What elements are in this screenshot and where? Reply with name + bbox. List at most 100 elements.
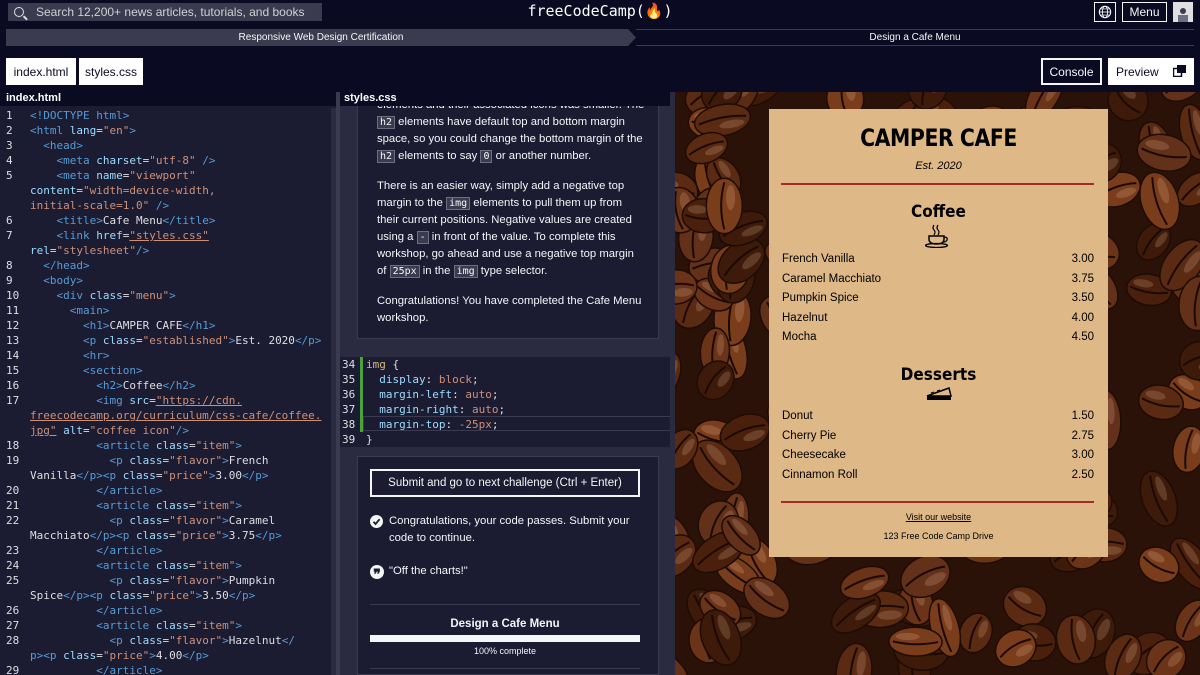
item-name: Cheesecake xyxy=(782,449,846,461)
code-line[interactable]: 4 <meta charset="utf-8" /> xyxy=(0,153,332,168)
menu-item: Pumpkin Spice 3.50 xyxy=(782,292,1094,304)
avatar[interactable] xyxy=(1173,2,1193,22)
menu-divider xyxy=(781,501,1094,503)
css-editor-title: styles.css xyxy=(340,92,674,106)
line-number: 24 xyxy=(6,559,20,572)
breadcrumb-workshop[interactable]: Design a Cafe Menu xyxy=(636,29,1194,46)
line-number: 10 xyxy=(6,289,20,302)
code-text: </head> xyxy=(43,259,90,272)
line-number: 37 xyxy=(342,403,356,416)
css-code-editor[interactable]: 34 img {35 display: block; 36 margin-left:… xyxy=(340,357,674,447)
html-code-editor[interactable]: 1 <!DOCTYPE html> 2 <html lang="en"> 3 <head… xyxy=(0,108,332,675)
code-line[interactable]: 16 <h2>Coffee</h2> xyxy=(0,378,332,393)
code-line[interactable]: 2 <html lang="en"> xyxy=(0,123,332,138)
code-line[interactable]: 37 margin-right: auto; xyxy=(340,402,674,417)
code-line[interactable]: 23 </article> xyxy=(0,543,332,558)
console-button[interactable]: Console xyxy=(1041,58,1102,85)
menu-item: Cinnamon Roll 2.50 xyxy=(782,469,1094,481)
code-line[interactable]: 18 <article class="item"> xyxy=(0,438,332,453)
search-bar[interactable] xyxy=(8,3,322,21)
submit-next-button[interactable]: Submit and go to next challenge (Ctrl + … xyxy=(370,469,640,497)
menu-button[interactable]: Menu xyxy=(1122,2,1167,22)
code-line[interactable]: p><p class="price">4.00</p> xyxy=(0,648,332,663)
code-text: } xyxy=(366,433,373,446)
item-price: 3.50 xyxy=(1071,292,1094,304)
search-input[interactable] xyxy=(36,5,316,19)
code-line[interactable]: 34 img { xyxy=(340,357,674,372)
code-line[interactable]: 27 <article class="item"> xyxy=(0,618,332,633)
code-text: <meta charset="utf-8" /> xyxy=(56,154,216,167)
code-line[interactable]: freecodecamp.org/curriculum/css-cafe/cof… xyxy=(0,408,332,423)
html-editor-pane: index.html 1 <!DOCTYPE html> 2 <html lang="… xyxy=(0,92,336,675)
code-line[interactable]: 26 </article> xyxy=(0,603,332,618)
code-line[interactable]: 28 <p class="flavor">Hazelnut</ xyxy=(0,633,332,648)
language-button[interactable] xyxy=(1094,2,1116,22)
popout-icon xyxy=(1173,65,1186,77)
code-line[interactable]: 8 </head> xyxy=(0,258,332,273)
menu-item: Donut 1.50 xyxy=(782,410,1094,422)
preview-button[interactable]: Preview xyxy=(1108,58,1194,85)
user-avatar-icon xyxy=(1178,8,1188,22)
code-line[interactable]: 3 <head> xyxy=(0,138,332,153)
code-line[interactable]: 25 <p class="flavor">Pumpkin xyxy=(0,573,332,588)
code-text: <main> xyxy=(69,304,110,317)
menu-item: Hazelnut 4.00 xyxy=(782,312,1094,324)
menu-item: Caramel Macchiato 3.75 xyxy=(782,273,1094,285)
code-line[interactable]: 17 <img src="https://cdn. xyxy=(0,393,332,408)
line-number: 35 xyxy=(342,373,356,386)
code-line[interactable]: jpg" alt="coffee icon"/> xyxy=(0,423,332,438)
item-name: Cinnamon Roll xyxy=(782,468,858,481)
code-text: <p class="flavor">French xyxy=(109,454,269,467)
item-price: 3.00 xyxy=(1071,449,1094,461)
code-line[interactable]: 36 margin-left: auto; xyxy=(340,387,674,402)
code-line[interactable]: initial-scale=1.0" /> xyxy=(0,198,332,213)
code-line[interactable]: Spice</p><p class="price">3.50</p> xyxy=(0,588,332,603)
coffee-icon xyxy=(925,224,949,248)
code-line[interactable]: 15 <section> xyxy=(0,363,332,378)
line-number: 25 xyxy=(6,574,20,587)
tab-styles-css[interactable]: styles.css xyxy=(79,58,143,85)
code-line[interactable]: 24 <article class="item"> xyxy=(0,558,332,573)
website-link[interactable]: Visit our website xyxy=(769,512,1108,522)
code-line[interactable]: 35 display: block; xyxy=(340,372,674,387)
css-code-lines[interactable]: 34 img {35 display: block; 36 margin-left:… xyxy=(340,357,674,447)
code-text: <article class="item"> xyxy=(96,499,242,512)
code-line[interactable]: 6 <title>Cafe Menu</title> xyxy=(0,213,332,228)
menu-item: Mocha 4.50 xyxy=(782,331,1094,343)
code-line[interactable]: 14 <hr> xyxy=(0,348,332,363)
tab-index-html[interactable]: index.html xyxy=(6,58,76,85)
code-line[interactable]: rel="stylesheet"/> xyxy=(0,243,332,258)
code-text: <p class="established">Est. 2020</p> xyxy=(82,334,322,347)
instructions-text: elements and their associated icons was … xyxy=(377,106,644,324)
code-line[interactable]: 21 <article class="item"> xyxy=(0,498,332,513)
code-text: Spice</p><p class="price">3.50</p> xyxy=(30,589,256,602)
code-line[interactable]: content="width=device-width, xyxy=(0,183,332,198)
code-line[interactable]: 11 <main> xyxy=(0,303,332,318)
code-line[interactable]: 1 <!DOCTYPE html> xyxy=(0,108,332,123)
item-name: Donut xyxy=(782,410,813,422)
code-line[interactable]: 22 <p class="flavor">Caramel xyxy=(0,513,332,528)
progress-bar xyxy=(370,635,640,642)
code-line[interactable]: 9 <body> xyxy=(0,273,332,288)
line-number: 15 xyxy=(6,364,20,377)
line-number: 27 xyxy=(6,619,20,632)
code-line[interactable]: 38 margin-top: -25px; xyxy=(340,417,674,432)
code-line[interactable]: 39} xyxy=(340,432,674,447)
coffee-bean xyxy=(1139,171,1181,231)
item-name: Pumpkin Spice xyxy=(782,292,859,304)
code-line[interactable]: 12 <h1>CAMPER CAFE</h1> xyxy=(0,318,332,333)
code-line[interactable]: 10 <div class="menu"> xyxy=(0,288,332,303)
code-line[interactable]: 7 <link href="styles.css" xyxy=(0,228,332,243)
breadcrumb-certification[interactable]: Responsive Web Design Certification xyxy=(6,29,636,46)
code-line[interactable]: 29 </article> xyxy=(0,663,332,675)
code-line[interactable]: 5 <meta name="viewport" xyxy=(0,168,332,183)
code-text: <p class="flavor">Pumpkin xyxy=(109,574,276,587)
item-price: 3.00 xyxy=(1071,253,1094,265)
code-line[interactable]: 19 <p class="flavor">French xyxy=(0,453,332,468)
code-line[interactable]: Vanilla</p><p class="price">3.00</p> xyxy=(0,468,332,483)
code-text: <img src="https://cdn. xyxy=(96,394,242,407)
cafe-address: 123 Free Code Camp Drive xyxy=(883,531,994,541)
code-line[interactable]: 13 <p class="established">Est. 2020</p> xyxy=(0,333,332,348)
code-line[interactable]: Macchiato</p><p class="price">3.75</p> xyxy=(0,528,332,543)
code-line[interactable]: 20 </article> xyxy=(0,483,332,498)
